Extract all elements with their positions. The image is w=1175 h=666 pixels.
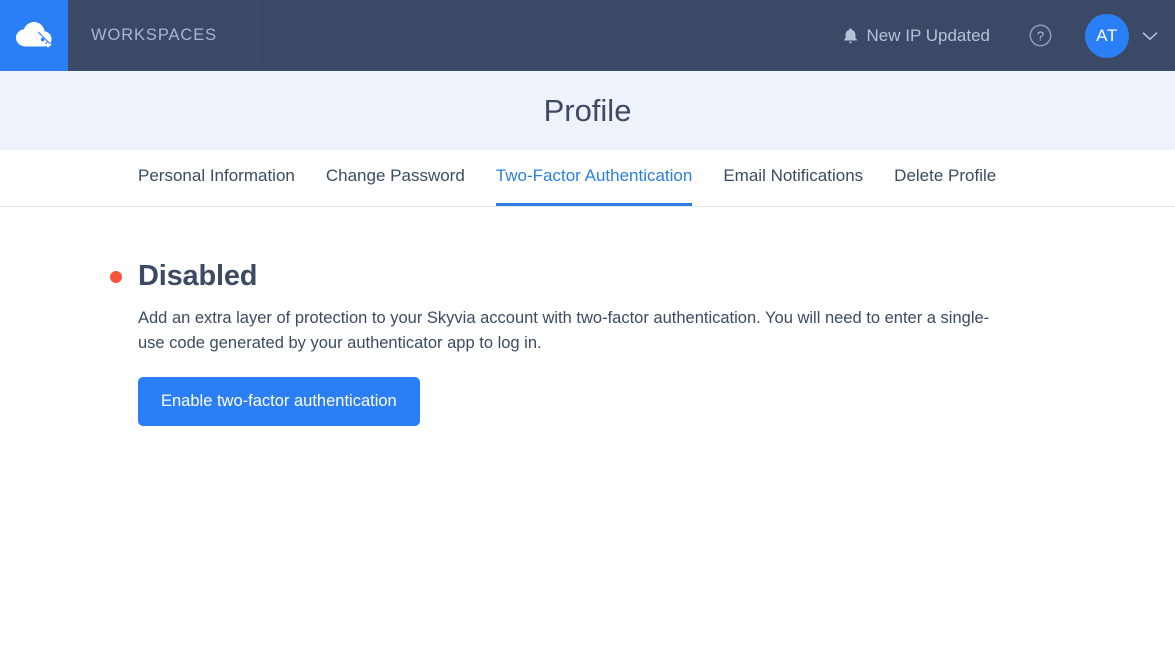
- chevron-down-icon[interactable]: [1142, 31, 1158, 41]
- page-title-band: Profile: [0, 71, 1175, 150]
- tab-two-factor-authentication[interactable]: Two-Factor Authentication: [496, 150, 693, 206]
- main-content: Disabled Add an extra layer of protectio…: [0, 207, 1175, 426]
- status-indicator-dot: [110, 271, 122, 283]
- avatar-initials: AT: [1096, 26, 1118, 46]
- workspaces-label: WORKSPACES: [91, 26, 217, 45]
- question-mark-circle-icon[interactable]: ?: [1028, 23, 1053, 48]
- skyvia-cloud-logo-icon: [15, 21, 53, 51]
- two-factor-description: Add an extra layer of protection to your…: [138, 306, 1003, 356]
- notification-text: New IP Updated: [867, 26, 990, 46]
- tab-personal-information[interactable]: Personal Information: [138, 150, 295, 206]
- tab-change-password[interactable]: Change Password: [326, 150, 465, 206]
- enable-two-factor-authentication-button[interactable]: Enable two-factor authentication: [138, 377, 420, 426]
- notification-item[interactable]: New IP Updated: [843, 26, 990, 46]
- profile-tabs: Personal Information Change Password Two…: [0, 150, 1175, 207]
- workspaces-nav-item[interactable]: WORKSPACES: [68, 0, 258, 71]
- avatar[interactable]: AT: [1085, 14, 1129, 58]
- header-actions: New IP Updated ? AT: [843, 0, 1175, 71]
- page-title: Profile: [544, 93, 632, 129]
- tab-delete-profile[interactable]: Delete Profile: [894, 150, 996, 206]
- status-label: Disabled: [138, 260, 257, 293]
- two-factor-status: Disabled: [110, 260, 1175, 293]
- header-spacer: [258, 0, 843, 71]
- bell-icon: [843, 27, 858, 44]
- app-logo-tile[interactable]: [0, 0, 68, 71]
- top-header-bar: WORKSPACES New IP Updated ? AT: [0, 0, 1175, 71]
- tab-email-notifications[interactable]: Email Notifications: [723, 150, 863, 206]
- svg-text:?: ?: [1037, 28, 1044, 43]
